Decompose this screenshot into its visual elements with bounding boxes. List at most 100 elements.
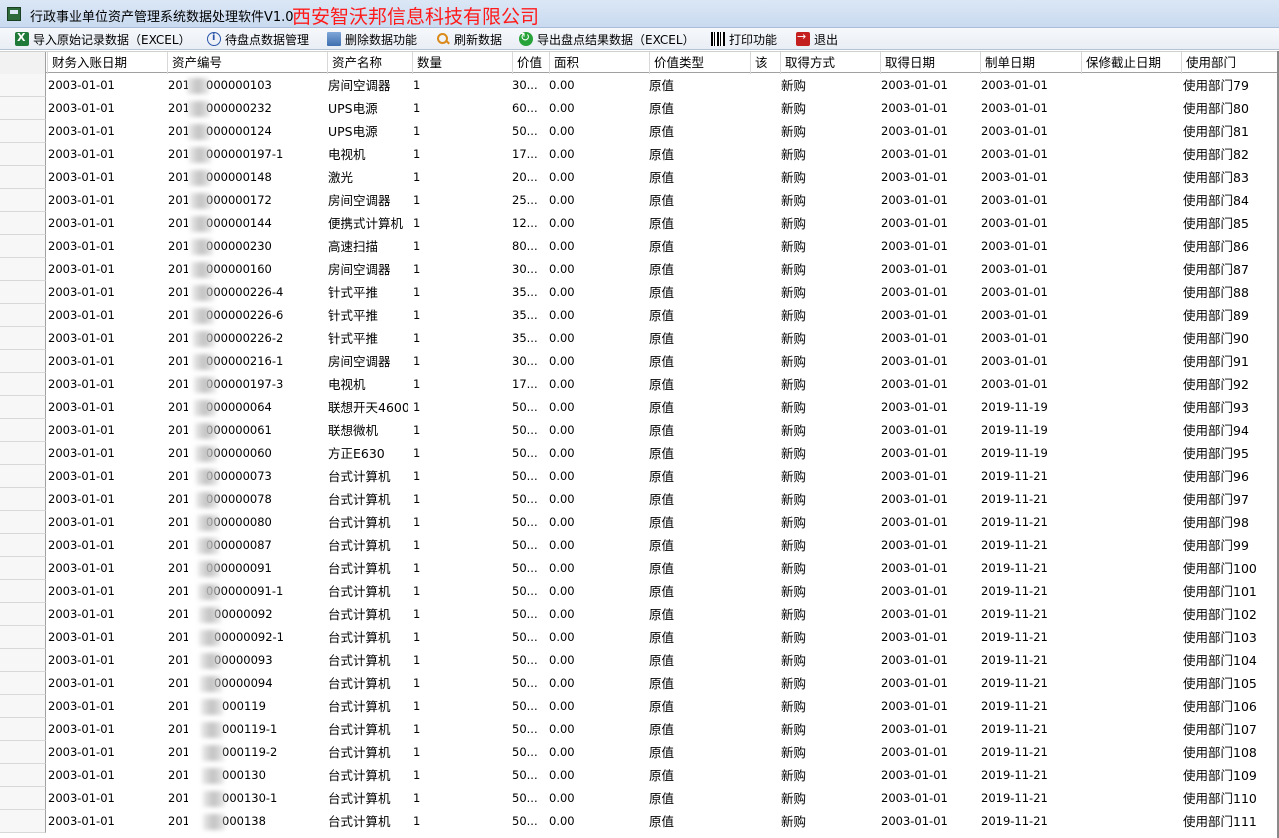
row-selector[interactable] xyxy=(0,672,46,695)
table-row[interactable]: 2003-01-01 201 00000093 台式计算机 1 50... 0.00 原值 新购… xyxy=(46,649,1279,672)
row-selector[interactable] xyxy=(0,511,46,534)
table-row[interactable]: 2003-01-01 201 000000091-1 台式计算机 1 50... 0.00 原… xyxy=(46,580,1279,603)
table-row[interactable]: 2003-01-01 201 00000092-1 台式计算机 1 50... 0.00 原值… xyxy=(46,626,1279,649)
cell-department: 使用部门89 xyxy=(1183,308,1249,323)
table-row[interactable]: 2003-01-01 2017 000119 台式计算机 1 50... 0.00 原值 新购 2… xyxy=(46,695,1279,718)
column-header-area[interactable]: 面积 xyxy=(549,52,649,74)
table-row[interactable]: 2003-01-01 201 000000144 便携式计算机 1 12... 0.00 原值… xyxy=(46,212,1279,235)
cell-asset-name: 房间空调器 xyxy=(328,78,391,93)
row-selector[interactable] xyxy=(0,787,46,810)
table-row[interactable]: 2003-01-01 201 000000073 台式计算机 1 50... 0.00 原值 新… xyxy=(46,465,1279,488)
column-header-value-type[interactable]: 价值类型 xyxy=(649,52,750,74)
row-selector[interactable] xyxy=(0,212,46,235)
row-selector[interactable] xyxy=(0,235,46,258)
table-row[interactable]: 2003-01-01 201 000000061 联想微机 1 50... 0.00 原值 新购… xyxy=(46,419,1279,442)
table-row[interactable]: 2003-01-01 201 000000232 UPS电源 1 60... 0.00 原值 新… xyxy=(46,97,1279,120)
row-selector[interactable] xyxy=(0,649,46,672)
cell-document-date: 2019-11-21 xyxy=(981,607,1048,621)
row-selector[interactable] xyxy=(0,718,46,741)
row-selector[interactable] xyxy=(0,764,46,787)
table-row[interactable]: 2003-01-01 201 000000160 房间空调器 1 30... 0.00 原值 新… xyxy=(46,258,1279,281)
row-selector[interactable] xyxy=(0,626,46,649)
row-selector[interactable] xyxy=(0,603,46,626)
column-header-finance-date[interactable]: 财务入账日期 xyxy=(47,52,167,74)
row-selector[interactable] xyxy=(0,396,46,419)
table-row[interactable]: 2003-01-01 201 000000064 联想开天4600 1 50... 0.00… xyxy=(46,396,1279,419)
table-row[interactable]: 2003-01-01 201 000000148 激光 1 20... 0.00 原值 新购 20… xyxy=(46,166,1279,189)
row-selector[interactable] xyxy=(0,304,46,327)
row-selector[interactable] xyxy=(0,258,46,281)
row-selector[interactable] xyxy=(0,350,46,373)
table-row[interactable]: 2003-01-01 201 000000230 高速扫描 1 80... 0.00 原值 新购… xyxy=(46,235,1279,258)
table-row[interactable]: 2003-01-01 201 00000092 台式计算机 1 50... 0.00 原值 新购… xyxy=(46,603,1279,626)
row-selector[interactable] xyxy=(0,97,46,120)
column-header-department[interactable]: 使用部门 xyxy=(1181,52,1277,74)
column-header-warranty-date[interactable]: 保修截止日期 xyxy=(1081,52,1181,74)
redaction-blur xyxy=(188,124,210,140)
column-header-quantity[interactable]: 数量 xyxy=(412,52,512,74)
table-row[interactable]: 2003-01-01 201 000000226-2 针式平推 1 35... 0.00 原值… xyxy=(46,327,1279,350)
table-row[interactable]: 2003-01-01 201 000000124 UPS电源 1 50... 0.00 原值 新… xyxy=(46,120,1279,143)
row-selector[interactable] xyxy=(0,488,46,511)
row-selector[interactable] xyxy=(0,189,46,212)
column-header-truncated[interactable]: 该 xyxy=(750,52,780,74)
cell-acquire-method: 新购 xyxy=(781,101,807,116)
column-header-acquire-method[interactable]: 取得方式 xyxy=(780,52,880,74)
table-row[interactable]: 2003-01-01 201 000000197-3 电视机 1 17... 0.00 原值 新… xyxy=(46,373,1279,396)
column-header-acquire-date[interactable]: 取得日期 xyxy=(880,52,980,74)
row-selector[interactable] xyxy=(0,166,46,189)
refresh-data-button[interactable]: 刷新数据 xyxy=(436,30,502,48)
row-selector[interactable] xyxy=(0,810,46,833)
cell-asset-number-prefix: 201 xyxy=(168,331,188,345)
table-row[interactable]: 2003-01-01 2017 000130 台式计算机 1 50... 0.00 原值 新购 2… xyxy=(46,764,1279,787)
cell-value: 50... xyxy=(512,630,538,644)
column-header-asset-number[interactable]: 资产编号 xyxy=(167,52,327,74)
row-selector[interactable] xyxy=(0,281,46,304)
table-row[interactable]: 2003-01-01 2017 000138 台式计算机 1 50... 0.00 原值 新购 2… xyxy=(46,810,1279,833)
row-selector[interactable] xyxy=(0,419,46,442)
print-button[interactable]: 打印功能 xyxy=(711,30,777,48)
data-grid[interactable]: 财务入账日期 资产编号 资产名称 数量 价值 面积 价值类型 该 取得方式 取得… xyxy=(0,51,1279,838)
row-selector[interactable] xyxy=(0,741,46,764)
row-selector[interactable] xyxy=(0,580,46,603)
table-row[interactable]: 2003-01-01 201 000000197-1 电视机 1 17... 0.00 原值 新… xyxy=(46,143,1279,166)
table-row[interactable]: 2003-01-01 201 00000094 台式计算机 1 50... 0.00 原值 新购… xyxy=(46,672,1279,695)
row-selector[interactable] xyxy=(0,534,46,557)
export-excel-button[interactable]: 导出盘点结果数据（EXCEL） xyxy=(519,30,695,48)
row-selector[interactable] xyxy=(0,327,46,350)
row-selector[interactable] xyxy=(0,442,46,465)
table-row[interactable]: 2003-01-01 201 000000087 台式计算机 1 50... 0.00 原值 新… xyxy=(46,534,1279,557)
table-row[interactable]: 2003-01-01 201 000000078 台式计算机 1 50... 0.00 原值 新… xyxy=(46,488,1279,511)
table-row[interactable]: 2003-01-01 201 000000080 台式计算机 1 50... 0.00 原值 新… xyxy=(46,511,1279,534)
table-row[interactable]: 2003-01-01 2017 000130-1 台式计算机 1 50... 0.00 原值 新… xyxy=(46,787,1279,810)
cell-document-date: 2019-11-21 xyxy=(981,630,1048,644)
table-row[interactable]: 2003-01-01 2017 000119-2 台式计算机 1 50... 0.00 原值 新… xyxy=(46,741,1279,764)
column-header-value[interactable]: 价值 xyxy=(512,52,549,74)
table-row[interactable]: 2003-01-01 201 000000216-1 房间空调器 1 30... 0.00 原… xyxy=(46,350,1279,373)
row-selector[interactable] xyxy=(0,557,46,580)
table-row[interactable]: 2003-01-01 201 000000226-6 针式平推 1 35... 0.00 原值… xyxy=(46,304,1279,327)
row-selector[interactable] xyxy=(0,120,46,143)
table-row[interactable]: 2003-01-01 201 000000091 台式计算机 1 50... 0.00 原值 新… xyxy=(46,557,1279,580)
import-excel-button[interactable]: 导入原始记录数据（EXCEL） xyxy=(15,30,191,48)
row-selector[interactable] xyxy=(0,465,46,488)
table-row[interactable]: 2003-01-01 201 000000060 方正E630 1 50... 0.00 原值… xyxy=(46,442,1279,465)
row-selector[interactable] xyxy=(0,695,46,718)
cell-acquire-date: 2003-01-01 xyxy=(881,285,948,299)
select-all-corner[interactable] xyxy=(0,52,46,74)
exit-button[interactable]: 退出 xyxy=(796,30,838,48)
table-row[interactable]: 2003-01-01 201 000000226-4 针式平推 1 35... 0.00 原值… xyxy=(46,281,1279,304)
delete-data-button[interactable]: 删除数据功能 xyxy=(327,30,417,48)
column-header-asset-name[interactable]: 资产名称 xyxy=(327,52,412,74)
cell-asset-number-prefix: 201 xyxy=(168,124,188,138)
table-row[interactable]: 2003-01-01 201 000000172 房间空调器 1 25... 0.00 原值 新… xyxy=(46,189,1279,212)
table-row[interactable]: 2003-01-01 2017 000119-1 台式计算机 1 50... 0.00 原值 新… xyxy=(46,718,1279,741)
cell-asset-number-prefix: 201 xyxy=(168,653,188,667)
row-selector[interactable] xyxy=(0,143,46,166)
row-selector[interactable] xyxy=(0,74,46,97)
row-selector[interactable] xyxy=(0,373,46,396)
pending-inventory-button[interactable]: 待盘点数据管理 xyxy=(207,30,309,48)
column-header-document-date[interactable]: 制单日期 xyxy=(980,52,1081,74)
table-row[interactable]: 2003-01-01 201 000000103 房间空调器 1 30... 0.00 原值 新… xyxy=(46,74,1279,97)
cell-acquire-method: 新购 xyxy=(781,469,807,484)
